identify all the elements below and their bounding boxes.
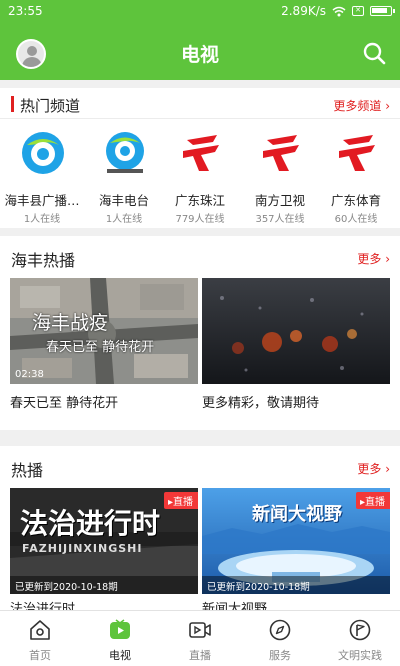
haifeng-hot-header: 海丰热播 更多 ›: [0, 236, 400, 276]
network-speed: 2.89K/s: [281, 4, 326, 18]
thumbnail-overlay-subtitle: 春天已至 静待花开: [46, 340, 155, 355]
app-bar: 电视: [0, 24, 400, 80]
hot-more-link[interactable]: 更多 ›: [357, 460, 390, 477]
guangdong-tv-logo-icon: [263, 135, 299, 171]
battery-icon: [370, 6, 395, 16]
channel-item[interactable]: 海丰县广播… 1人在线: [2, 128, 82, 225]
hot-channels-title: 热门频道: [20, 97, 81, 115]
channel-item[interactable]: 南方卫视 357人在线: [240, 128, 320, 225]
live-video-icon: [189, 622, 211, 638]
program-overlay-title: 新闻大视野: [252, 504, 342, 525]
live-badge-label: 直播: [173, 497, 193, 508]
haifeng-station-logo-icon: [106, 132, 144, 173]
channel-name: 南方卫视: [254, 193, 305, 208]
tab-label: 首页: [29, 649, 51, 662]
channel-name: 海丰电台: [98, 193, 149, 208]
hot-channels-section: 热门频道 更多频道 › 海丰县广播… 1人在线 海丰电台 1人在线 广东珠江 7…: [0, 88, 400, 228]
program-overlay-title: 法治进行时: [20, 507, 161, 540]
video-thumbnail[interactable]: 海丰战疫 春天已至 静待花开 02:38: [10, 278, 198, 384]
tab-label: 直播: [189, 649, 211, 662]
haifeng-hot-title: 海丰热播: [11, 251, 76, 270]
update-info: 已更新到2020-10-18期: [10, 576, 198, 594]
guangdong-tv-logo-icon: [339, 135, 375, 171]
hot-header: 热播 更多 ›: [0, 446, 400, 486]
home-icon: [30, 620, 50, 640]
channel-online-count: 357人在线: [255, 214, 305, 225]
hot-title: 热播: [11, 461, 44, 480]
status-bar: 23:55 2.89K/s ✕: [0, 0, 400, 24]
tab-civilization-practice[interactable]: 文明实践: [320, 611, 400, 666]
video-thumbnail[interactable]: [202, 278, 390, 384]
channel-item[interactable]: 广东珠江 779人在线: [160, 128, 240, 225]
page-title: 电视: [180, 44, 219, 66]
program-thumbnail[interactable]: 新闻大视野 ▸直播 已更新到2020-10-18期: [202, 488, 390, 594]
tab-label: 服务: [269, 649, 291, 662]
channel-list: 海丰县广播… 1人在线 海丰电台 1人在线 广东珠江 779人在线 南方卫视 3…: [0, 128, 400, 225]
channel-name: 广东体育: [330, 193, 381, 208]
channel-online-count: 60人在线: [334, 214, 378, 225]
thumbnail-overlay-title: 海丰战疫: [32, 312, 109, 334]
wifi-icon: [332, 6, 346, 16]
tv-icon: [110, 619, 130, 639]
channel-online-count: 1人在线: [105, 214, 143, 225]
tab-service[interactable]: 服务: [240, 611, 320, 666]
video-duration: 02:38: [15, 369, 44, 380]
video-caption[interactable]: 更多精彩，敬请期待: [202, 392, 319, 411]
channel-item[interactable]: 海丰电台 1人在线: [84, 128, 164, 225]
channel-name: 广东珠江: [174, 193, 225, 208]
status-time: 23:55: [8, 4, 43, 18]
tab-home[interactable]: 首页: [0, 611, 80, 666]
search-icon[interactable]: [362, 41, 386, 65]
status-icons: 2.89K/s ✕: [281, 4, 395, 18]
no-sim-icon: ✕: [352, 6, 364, 16]
hot-channels-header: 热门频道 更多频道 ›: [0, 88, 400, 119]
tab-label: 电视: [109, 649, 131, 662]
program-thumbnail[interactable]: 法治进行时 FAZHIJINXINGSHI ▸直播 已更新到2020-10-18…: [10, 488, 198, 594]
guangdong-tv-logo-icon: [183, 135, 219, 171]
hot-section: 热播 更多 › 法治进行时 FAZHIJINXINGSHI ▸直播 已更新到20…: [0, 446, 400, 617]
live-badge-label: 直播: [365, 497, 385, 508]
live-badge: ▸直播: [355, 492, 390, 509]
haifeng-hot-section: 海丰热播 更多 › 海丰战疫 春天已至 静待花开 02:38 春天已至 静待花开: [0, 236, 400, 430]
tab-label: 文明实践: [338, 649, 382, 662]
flag-icon: [349, 619, 371, 641]
section-accent-bar: [11, 96, 14, 112]
haifeng-radio-logo-icon: [22, 132, 64, 174]
live-badge: ▸直播: [163, 492, 198, 509]
bottom-tab-bar: 首页 电视 直播 服务 文明实践: [0, 610, 400, 666]
tab-tv[interactable]: 电视: [80, 611, 160, 666]
video-caption[interactable]: 春天已至 静待花开: [10, 392, 118, 411]
channel-online-count: 1人在线: [23, 214, 61, 225]
haifeng-hot-more-link[interactable]: 更多 ›: [357, 250, 390, 267]
tab-live[interactable]: 直播: [160, 611, 240, 666]
channel-item[interactable]: 广东体育 60人在线: [316, 128, 396, 225]
channel-name: 海丰县广播…: [4, 193, 80, 208]
program-overlay-pinyin: FAZHIJINXINGSHI: [22, 542, 143, 555]
compass-icon: [269, 619, 291, 641]
rainy-window-image: [202, 278, 390, 384]
more-channels-link[interactable]: 更多频道 ›: [333, 97, 390, 114]
channel-online-count: 779人在线: [175, 214, 225, 225]
update-info: 已更新到2020-10-18期: [202, 576, 390, 594]
